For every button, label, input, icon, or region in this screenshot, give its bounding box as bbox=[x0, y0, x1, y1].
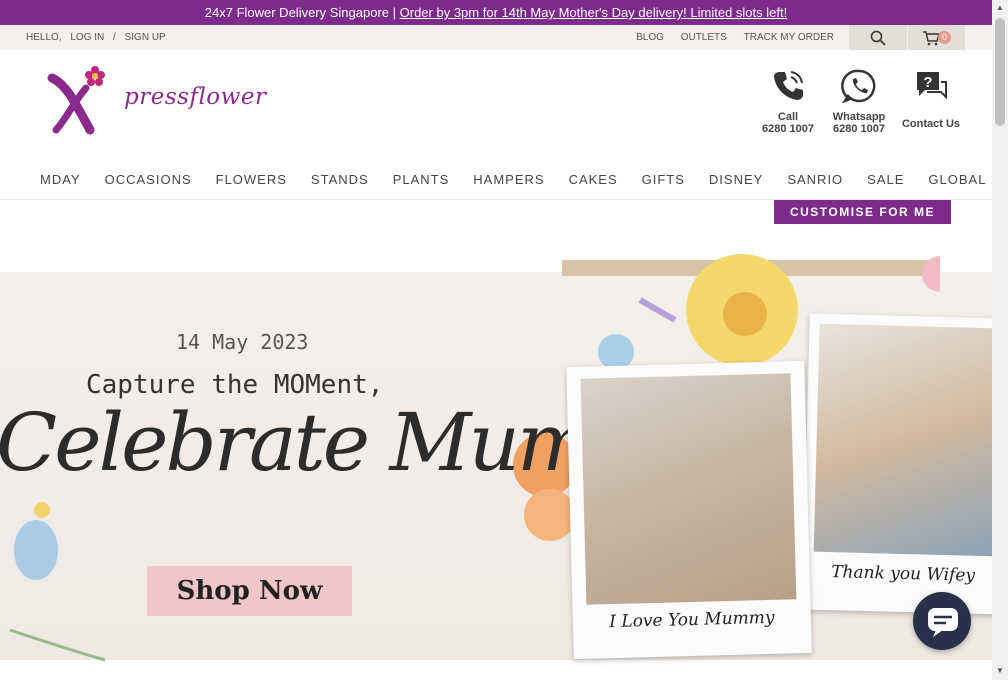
nav-item-occasions[interactable]: OCCASIONS bbox=[93, 165, 204, 195]
photo-card-1: I Love You Mummy bbox=[566, 360, 812, 660]
scroll-down-arrow[interactable]: ▼ bbox=[996, 666, 1004, 675]
whatsapp-number: 6280 1007 bbox=[833, 123, 885, 135]
search-button[interactable] bbox=[849, 25, 907, 50]
cart-button[interactable]: 0 bbox=[907, 25, 965, 50]
hero-banner[interactable]: 14 May 2023 Capture the MOMent, Celebrat… bbox=[0, 200, 992, 680]
whatsapp-contact[interactable]: Whatsapp 6280 1007 bbox=[819, 68, 899, 135]
nav-item-mday[interactable]: MDAY bbox=[28, 165, 93, 195]
cart-count-badge: 0 bbox=[938, 31, 951, 44]
blog-link[interactable]: BLOG bbox=[636, 32, 664, 43]
chat-widget-button[interactable] bbox=[913, 592, 971, 650]
mother-son-photo bbox=[580, 373, 797, 605]
whatsapp-icon bbox=[841, 69, 876, 104]
contact-label: Contact Us bbox=[901, 118, 961, 130]
separator: / bbox=[113, 32, 116, 43]
promo-bar: 24x7 Flower Delivery Singapore | Order b… bbox=[0, 0, 992, 25]
svg-text:?: ? bbox=[923, 74, 932, 91]
nav-item-sale[interactable]: SALE bbox=[855, 165, 916, 195]
page-scrollbar[interactable]: ▲ ▼ bbox=[992, 0, 1008, 680]
chat-icon bbox=[928, 608, 958, 637]
promo-link[interactable]: Order by 3pm for 14th May Mother's Day d… bbox=[400, 5, 788, 20]
call-contact[interactable]: Call 6280 1007 bbox=[748, 68, 828, 135]
contact-us[interactable]: ? Contact Us bbox=[891, 68, 971, 130]
help-icon: ? bbox=[917, 72, 947, 100]
hero-date: 14 May 2023 bbox=[176, 330, 309, 354]
customise-button[interactable]: CUSTOMISE FOR ME bbox=[774, 200, 951, 224]
family-photo bbox=[813, 323, 992, 557]
photo-card-2: Thank you Wifey bbox=[802, 313, 992, 615]
scroll-thumb[interactable] bbox=[995, 18, 1005, 126]
hero-script-title: Celebrate Mum bbox=[0, 396, 593, 489]
nav-item-plants[interactable]: PLANTS bbox=[381, 165, 462, 195]
login-link[interactable]: LOG IN bbox=[70, 32, 104, 43]
search-icon bbox=[870, 30, 886, 46]
nav-item-flowers[interactable]: FLOWERS bbox=[204, 165, 299, 195]
nav-item-stands[interactable]: STANDS bbox=[299, 165, 381, 195]
signup-link[interactable]: SIGN UP bbox=[125, 32, 166, 43]
outlets-link[interactable]: OUTLETS bbox=[681, 32, 727, 43]
nav-item-cakes[interactable]: CAKES bbox=[557, 165, 630, 195]
photo-caption-2: Thank you Wifey bbox=[830, 562, 976, 586]
flower-decoration-left bbox=[9, 502, 106, 662]
call-label: Call bbox=[777, 111, 799, 123]
site-header: pressflower Call 6280 1007 Whatsapp 6280… bbox=[0, 50, 992, 165]
hello-text: HELLO, bbox=[26, 32, 62, 43]
whatsapp-label: Whatsapp bbox=[832, 111, 886, 123]
main-nav: MDAY OCCASIONS FLOWERS STANDS PLANTS HAM… bbox=[0, 165, 992, 200]
call-number: 6280 1007 bbox=[762, 123, 814, 135]
nav-item-disney[interactable]: DISNEY bbox=[697, 165, 775, 195]
logo-text: pressflower bbox=[124, 84, 267, 110]
nav-item-gifts[interactable]: GIFTS bbox=[630, 165, 697, 195]
logo-mark bbox=[47, 66, 105, 135]
utility-bar: HELLO, LOG IN / SIGN UP BLOG OUTLETS TRA… bbox=[0, 25, 992, 50]
scroll-up-arrow[interactable]: ▲ bbox=[996, 3, 1004, 12]
promo-text: 24x7 Flower Delivery Singapore | bbox=[204, 5, 397, 20]
nav-item-global[interactable]: GLOBAL bbox=[916, 165, 998, 195]
phone-icon bbox=[774, 71, 803, 100]
nav-item-hampers[interactable]: HAMPERS bbox=[461, 165, 556, 195]
photo-caption-1: I Love You Mummy bbox=[609, 607, 775, 633]
shop-now-button[interactable]: Shop Now bbox=[147, 566, 352, 616]
logo[interactable]: pressflower bbox=[46, 64, 266, 139]
track-order-link[interactable]: TRACK MY ORDER bbox=[744, 32, 834, 43]
nav-item-sanrio[interactable]: SANRIO bbox=[775, 165, 855, 195]
